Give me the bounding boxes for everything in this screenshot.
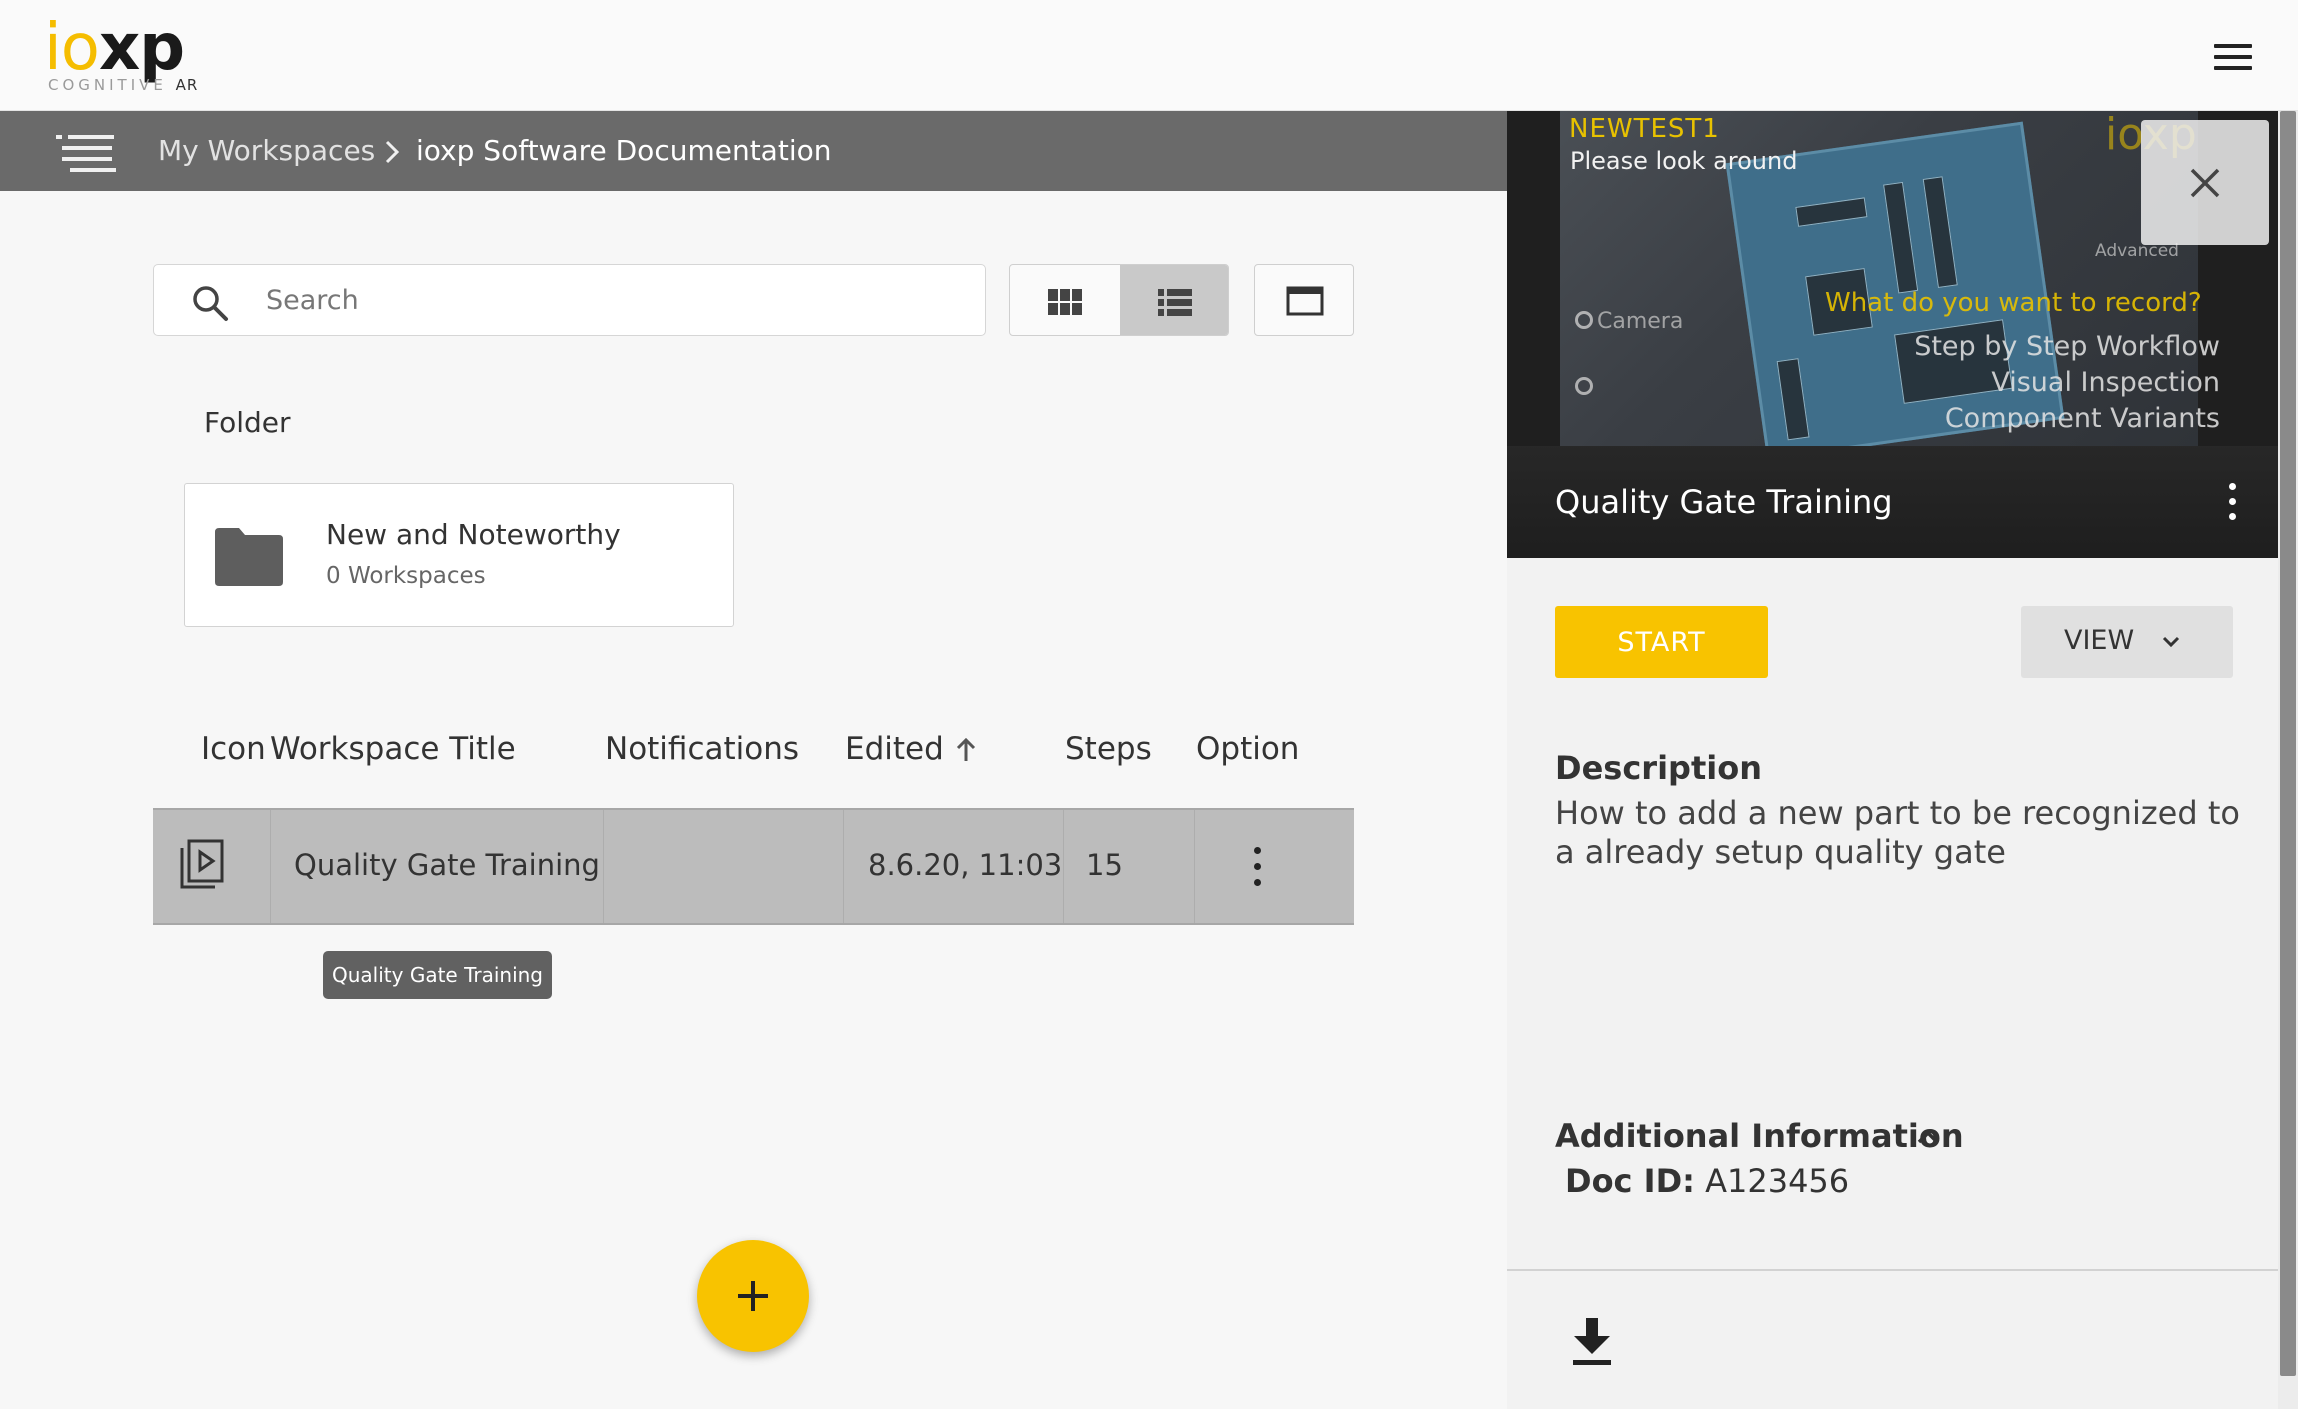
scrollbar-thumb[interactable] bbox=[2280, 111, 2296, 1376]
download-icon[interactable] bbox=[1571, 1316, 1613, 1366]
radio-icon bbox=[1575, 377, 1593, 395]
logo-tagline: COGNITIVE AR bbox=[48, 76, 199, 94]
preview-title-bar: Quality Gate Training bbox=[1507, 446, 2278, 558]
preview-menu-item: Visual Inspection bbox=[1991, 367, 2220, 398]
doc-id-label: Doc ID: bbox=[1565, 1162, 1695, 1200]
view-label: VIEW bbox=[2064, 625, 2135, 656]
chevron-right-icon bbox=[385, 140, 400, 164]
preview-question: What do you want to record? bbox=[1825, 288, 2202, 318]
folder-name: New and Noteworthy bbox=[326, 518, 621, 551]
main-content: Folder New and Noteworthy 0 Workspaces I… bbox=[0, 191, 1507, 1409]
folder-icon bbox=[215, 528, 283, 586]
column-header-steps[interactable]: Steps bbox=[1065, 731, 1152, 767]
view-dropdown-button[interactable]: VIEW bbox=[2021, 606, 2233, 678]
row-edited: 8.6.20, 11:03 bbox=[868, 848, 1063, 882]
table-row[interactable]: Quality Gate Training 8.6.20, 11:03 15 bbox=[153, 808, 1354, 925]
grid-view-button[interactable] bbox=[1010, 265, 1120, 335]
row-notifications-cell bbox=[603, 810, 843, 923]
sidebar-toggle-icon[interactable] bbox=[56, 133, 118, 172]
close-panel-button[interactable] bbox=[2141, 120, 2269, 245]
row-title-tooltip: Quality Gate Training bbox=[323, 951, 552, 999]
row-icon-cell bbox=[153, 810, 270, 923]
play-document-icon bbox=[180, 839, 224, 889]
column-header-icon: Icon bbox=[201, 731, 266, 767]
doc-id: Doc ID: A123456 bbox=[1565, 1162, 1849, 1200]
row-title-cell: Quality Gate Training bbox=[270, 810, 603, 923]
workspace-title: Quality Gate Training bbox=[1555, 483, 1893, 521]
description-heading: Description bbox=[1555, 749, 1762, 787]
view-toggle bbox=[1009, 264, 1229, 336]
preview-menu-item: Component Variants bbox=[1944, 403, 2220, 434]
close-icon bbox=[2190, 168, 2220, 198]
preview-menu-item: Step by Step Workflow bbox=[1914, 331, 2220, 362]
folder-count: 0 Workspaces bbox=[326, 563, 486, 589]
description-text: How to add a new part to be recognized t… bbox=[1555, 794, 2240, 871]
breadcrumb-current: ioxp Software Documentation bbox=[416, 134, 832, 167]
start-button[interactable]: START bbox=[1555, 606, 1768, 678]
grid-view-icon bbox=[1048, 289, 1082, 315]
top-app-bar: ioxp COGNITIVE AR bbox=[0, 0, 2298, 111]
window-icon bbox=[1286, 286, 1324, 316]
row-title[interactable]: Quality Gate Training bbox=[294, 848, 600, 882]
doc-id-value: A123456 bbox=[1705, 1162, 1850, 1200]
column-header-option: Option bbox=[1196, 731, 1300, 767]
plus-icon bbox=[738, 1281, 768, 1311]
breadcrumb-bar: My Workspaces ioxp Software Documentatio… bbox=[0, 111, 1507, 191]
row-steps-cell: 15 bbox=[1063, 810, 1194, 923]
logo-wordmark: ioxp bbox=[44, 11, 185, 85]
preview-tag: NEWTEST1 bbox=[1569, 114, 1720, 144]
chevron-up-icon[interactable] bbox=[1916, 1129, 1940, 1145]
list-view-icon bbox=[1158, 289, 1192, 316]
folder-section-heading: Folder bbox=[204, 406, 291, 439]
radio-icon bbox=[1575, 311, 1593, 329]
column-header-edited[interactable]: Edited bbox=[845, 731, 944, 767]
preview-prompt: Please look around bbox=[1570, 147, 1798, 175]
logo-tagline-ar: AR bbox=[175, 76, 199, 94]
folder-card[interactable]: New and Noteworthy 0 Workspaces bbox=[184, 483, 734, 627]
ioxp-logo[interactable]: ioxp COGNITIVE AR bbox=[44, 11, 224, 94]
workspace-preview: NEWTEST1 Please look around ioxp Advance… bbox=[1507, 111, 2278, 558]
additional-info-heading[interactable]: Additional Information bbox=[1555, 1117, 1964, 1155]
column-header-notifications[interactable]: Notifications bbox=[605, 731, 799, 767]
panel-divider bbox=[1507, 1269, 2278, 1271]
sort-ascending-icon[interactable] bbox=[955, 737, 977, 763]
column-header-title[interactable]: Workspace Title bbox=[270, 731, 516, 767]
workspace-options-icon[interactable] bbox=[2226, 483, 2238, 523]
preview-camera: Camera bbox=[1597, 309, 1684, 334]
chevron-down-icon bbox=[2162, 636, 2180, 648]
add-workspace-button[interactable] bbox=[697, 1240, 809, 1352]
breadcrumb-my-workspaces[interactable]: My Workspaces bbox=[158, 133, 375, 169]
row-edited-cell: 8.6.20, 11:03 bbox=[843, 810, 1063, 923]
hamburger-menu-icon[interactable] bbox=[2214, 44, 2252, 70]
search-box bbox=[153, 264, 986, 336]
list-view-button[interactable] bbox=[1120, 265, 1228, 335]
search-icon bbox=[193, 286, 228, 321]
row-options-icon[interactable] bbox=[1251, 847, 1263, 887]
workspace-detail-panel: NEWTEST1 Please look around ioxp Advance… bbox=[1507, 111, 2278, 1409]
row-steps: 15 bbox=[1086, 848, 1123, 882]
row-option-cell bbox=[1194, 810, 1352, 923]
fullscreen-button[interactable] bbox=[1254, 264, 1354, 336]
search-input[interactable] bbox=[266, 265, 966, 335]
